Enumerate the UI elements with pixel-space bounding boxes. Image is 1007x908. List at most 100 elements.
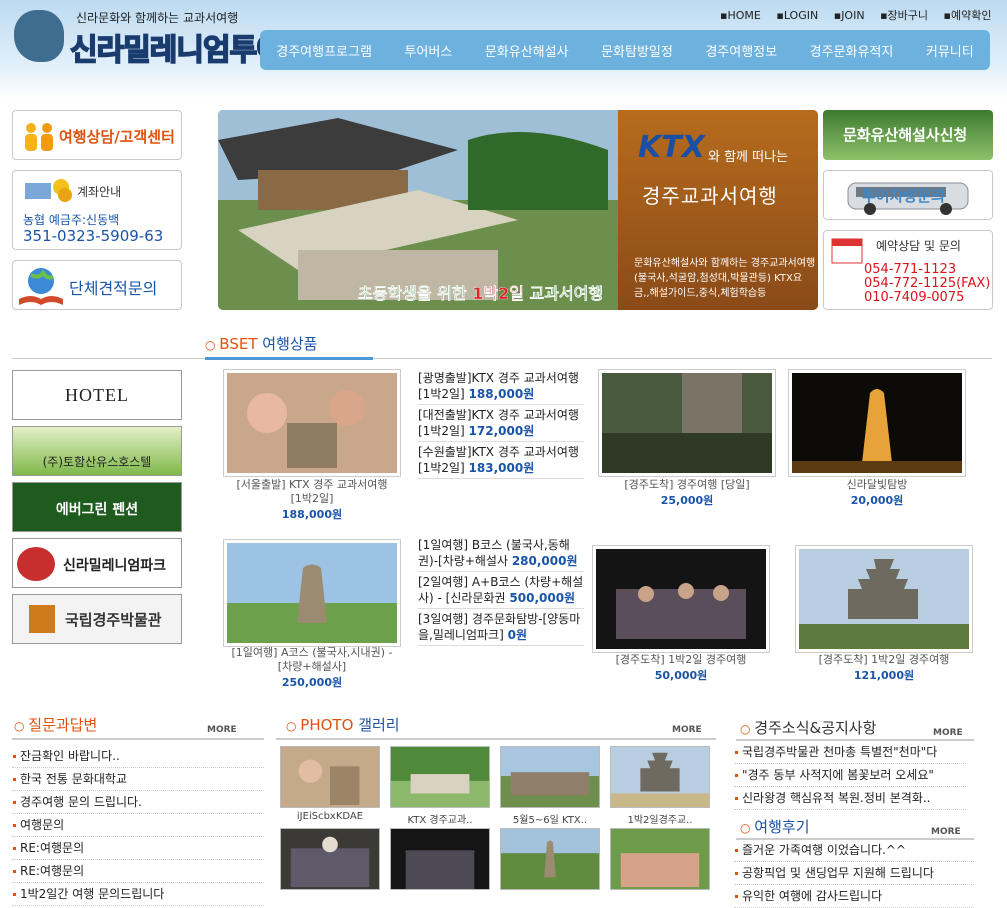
banner-tagline: 초등학생을 위한 1박2일 교과서여행 bbox=[358, 284, 604, 303]
gallery-item[interactable] bbox=[280, 828, 380, 893]
nav-item[interactable]: 투어버스 bbox=[404, 41, 452, 60]
product-image[interactable] bbox=[795, 545, 973, 653]
product-image[interactable] bbox=[788, 369, 966, 477]
gallery-item[interactable]: iJEiScbxKDAE bbox=[280, 746, 380, 822]
guide-apply-button[interactable]: 문화유산해설사신청 bbox=[823, 110, 993, 160]
top-link-join[interactable]: ▪JOIN bbox=[834, 9, 865, 22]
partner-millennium-park[interactable]: 신라밀레니엄파크 bbox=[12, 538, 182, 588]
brand-logo[interactable]: 신라밀레니엄투어 bbox=[69, 25, 284, 69]
list-item[interactable]: 여행문의 bbox=[12, 814, 264, 837]
nav-item[interactable]: 경주여행정보 bbox=[705, 41, 777, 60]
gallery-photo bbox=[390, 746, 490, 808]
product-image[interactable] bbox=[223, 369, 401, 477]
observatory-night-photo bbox=[792, 373, 962, 473]
gallery-item[interactable]: 1박2일경주교.. bbox=[610, 746, 710, 826]
partner-hotel-concorde[interactable]: HOTEL CONCORDE bbox=[12, 370, 182, 453]
product-caption: 신라달빛탐방 bbox=[846, 478, 908, 491]
product-image[interactable] bbox=[598, 369, 776, 477]
gallery-item[interactable]: 5월5~6일 KTX.. bbox=[500, 746, 600, 826]
list-item[interactable]: 1박2일간 여행 문의드립니다 bbox=[12, 883, 264, 906]
nav-item[interactable]: 경주문화유적지 bbox=[810, 41, 894, 60]
product-card[interactable]: [서울출발] KTX 경주 교과서여행 [1박2일] 188,000원 bbox=[223, 478, 401, 522]
list-item[interactable]: 잔금확인 바랍니다.. bbox=[12, 745, 264, 768]
gallery-caption: 5월5~6일 KTX.. bbox=[512, 815, 588, 826]
nav-item[interactable]: 경주여행프로그램 bbox=[276, 41, 372, 60]
product-image[interactable] bbox=[223, 539, 401, 647]
product-card[interactable]: [1일여행] A코스 (불국사,시내권) - [차량+해설사] 250,000원 bbox=[223, 646, 401, 690]
product-card[interactable]: [경주도착] 경주여행 [당일] 25,000원 bbox=[598, 478, 776, 508]
divider bbox=[12, 738, 264, 740]
reservation-phones: 054-771-1123 054-772-1125(FAX) 010-7409-… bbox=[864, 263, 990, 305]
gallery-item[interactable] bbox=[610, 828, 710, 893]
counsel-center-button[interactable]: 여행상담/고객센터 bbox=[12, 110, 182, 160]
product-list: [1일여행] B코스 (불국사,동해권)-[차량+해설사 280,000원 [2… bbox=[418, 537, 584, 648]
gallery-item[interactable]: KTX 경주교과.. bbox=[390, 746, 490, 826]
phone: 054-771-1123 bbox=[864, 262, 957, 277]
partner-museum[interactable]: 국립경주박물관 bbox=[12, 594, 182, 644]
list-item[interactable]: 공항픽업 및 샌딩업무 지원해 드립니다 bbox=[734, 862, 974, 885]
product-list-item[interactable]: [광명출발]KTX 경주 교과서여행 [1박2일] 188,000원 bbox=[418, 370, 584, 405]
ktx-logo: KTX bbox=[638, 130, 705, 165]
product-list-item[interactable]: [3일여행] 경주문화탐방-[양동마을,밀레니엄파크] 0원 bbox=[418, 611, 584, 646]
banner-with: 와 함께 떠나는 bbox=[708, 150, 789, 165]
qna-list: 잔금확인 바랍니다.. 한국 전통 문화대학교 경주여행 문의 드립니다. 여행… bbox=[12, 745, 264, 906]
product-image[interactable] bbox=[592, 545, 770, 653]
main-banner[interactable]: KTX 와 함께 떠나는 경주교과서여행 문화유산해설사와 함께하는 경주교과서… bbox=[218, 110, 818, 310]
product-list-item[interactable]: [대전출발]KTX 경주 교과서여행 [1박2일] 172,000원 bbox=[418, 407, 584, 442]
gallery-photo bbox=[500, 746, 600, 808]
news-more-link[interactable]: MORE bbox=[933, 728, 963, 738]
product-list-item[interactable]: [2일여행] A+B코스 (차량+해설사) - [신라문화권 500,000원 bbox=[418, 574, 584, 609]
product-list-item[interactable]: [1일여행] B코스 (불국사,동해권)-[차량+해설사 280,000원 bbox=[418, 537, 584, 572]
list-item[interactable]: RE:여행문의 bbox=[12, 860, 264, 883]
product-card[interactable]: 신라달빛탐방 20,000원 bbox=[788, 478, 966, 508]
gallery-photo bbox=[610, 828, 710, 890]
tour-photo bbox=[602, 373, 772, 473]
people-icon bbox=[25, 123, 53, 151]
review-title: ○ 여행후기 bbox=[740, 818, 810, 836]
bank-detail: 농협 예금주:신동백 bbox=[23, 213, 120, 227]
phone: 010-7409-0075 bbox=[864, 290, 965, 305]
bank-title: 계좌안내 bbox=[77, 185, 122, 199]
list-item[interactable]: 신라왕경 핵심유적 복원.정비 본격화.. bbox=[734, 787, 966, 810]
review-more-link[interactable]: MORE bbox=[931, 827, 961, 837]
nav-item[interactable]: 커뮤니티 bbox=[926, 41, 974, 60]
list-item[interactable]: 즐거운 가족여행 이었습니다.^^ bbox=[734, 839, 974, 862]
divider-accent bbox=[205, 357, 373, 360]
top-link-reservation[interactable]: ▪예약확인 bbox=[944, 9, 992, 22]
counsel-label: 여행상담/고객센터 bbox=[59, 128, 175, 146]
bank-number: 351-0323-5909-63 bbox=[23, 227, 164, 245]
gallery-photo bbox=[390, 828, 490, 890]
divider bbox=[12, 358, 992, 359]
product-card[interactable]: [경주도착] 1박2일 경주여행 50,000원 bbox=[592, 653, 770, 683]
list-item[interactable]: 한국 전통 문화대학교 bbox=[12, 768, 264, 791]
list-item[interactable]: 국립경주박물관 천마총 특별전"천마"다 bbox=[734, 741, 966, 764]
list-item[interactable]: 유익한 여행에 감사드립니다 bbox=[734, 885, 974, 908]
group-night-photo bbox=[596, 549, 766, 649]
banner-desc: 문화유산해설사와 함께하는 경주교과서여행(불국사,석굴암,첨성대,박물관등) … bbox=[634, 258, 816, 299]
nav-item[interactable]: 문화유산해설사 bbox=[485, 41, 569, 60]
product-list-item[interactable]: [수원출발]KTX 경주 교과서여행 [1박2일] 183,000원 bbox=[418, 444, 584, 479]
gallery-item[interactable] bbox=[500, 828, 600, 893]
nav-item[interactable]: 문화탐방일정 bbox=[601, 41, 673, 60]
top-link-cart[interactable]: ▪장바구니 bbox=[880, 9, 928, 22]
gallery-more-link[interactable]: MORE bbox=[672, 725, 702, 735]
group-quote-button[interactable]: 단체견적문의 bbox=[12, 260, 182, 310]
product-caption: [1일여행] A코스 (불국사,시내권) - [차량+해설사] bbox=[231, 646, 393, 673]
partner-tohamsan[interactable]: (주)토함산유스호스텔 bbox=[12, 426, 182, 476]
gallery-caption: 1박2일경주교.. bbox=[627, 815, 693, 826]
bus-inquiry-button[interactable]: 투어차량문의 bbox=[823, 170, 993, 220]
news-list: 국립경주박물관 천마총 특별전"천마"다 "경주 동부 사적지에 봄꽃보러 오세… bbox=[734, 741, 966, 810]
logo-face-icon[interactable] bbox=[14, 10, 64, 62]
gallery-photo bbox=[280, 746, 380, 808]
gallery-item[interactable] bbox=[390, 828, 490, 893]
group-label: 단체견적문의 bbox=[69, 279, 158, 298]
product-card[interactable]: [경주도착] 1박2일 경주여행 121,000원 bbox=[795, 653, 973, 683]
guide-apply-label: 문화유산해설사신청 bbox=[843, 126, 968, 144]
partner-evergreen[interactable]: 에버그린 펜션 bbox=[12, 482, 182, 532]
list-item[interactable]: "경주 동부 사적지에 봄꽃보러 오세요" bbox=[734, 764, 966, 787]
qna-more-link[interactable]: MORE bbox=[207, 725, 237, 735]
list-item[interactable]: RE:여행문의 bbox=[12, 837, 264, 860]
list-item[interactable]: 경주여행 문의 드립니다. bbox=[12, 791, 264, 814]
top-link-login[interactable]: ▪LOGIN bbox=[776, 9, 818, 22]
top-link-home[interactable]: ▪HOME bbox=[720, 9, 761, 22]
